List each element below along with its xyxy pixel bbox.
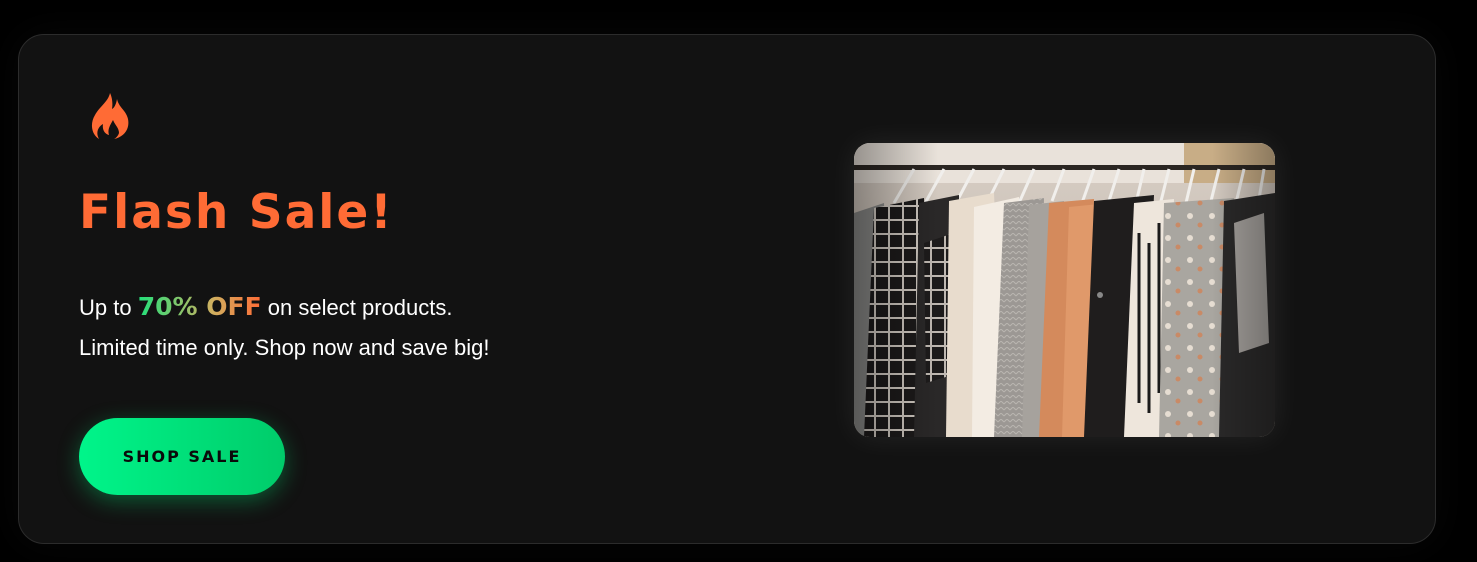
promo-line-1: Up to 70% OFF on select products. (79, 287, 490, 328)
flash-sale-card: Flash Sale! Up to 70% OFF on select prod… (18, 34, 1436, 544)
promo-line-2: Limited time only. Shop now and save big… (79, 335, 490, 360)
clothing-rack-photo (854, 143, 1275, 437)
promo-prefix: Up to (79, 295, 132, 320)
discount-highlight: 70% OFF (137, 292, 262, 321)
flame-icon (91, 93, 129, 139)
page: Flash Sale! Up to 70% OFF on select prod… (0, 0, 1477, 562)
promo-description: Up to 70% OFF on select products. Limite… (79, 287, 490, 368)
page-title: Flash Sale! (79, 185, 394, 240)
shop-sale-button[interactable]: SHOP SALE (79, 418, 285, 495)
promo-suffix: on select products. (267, 295, 453, 320)
